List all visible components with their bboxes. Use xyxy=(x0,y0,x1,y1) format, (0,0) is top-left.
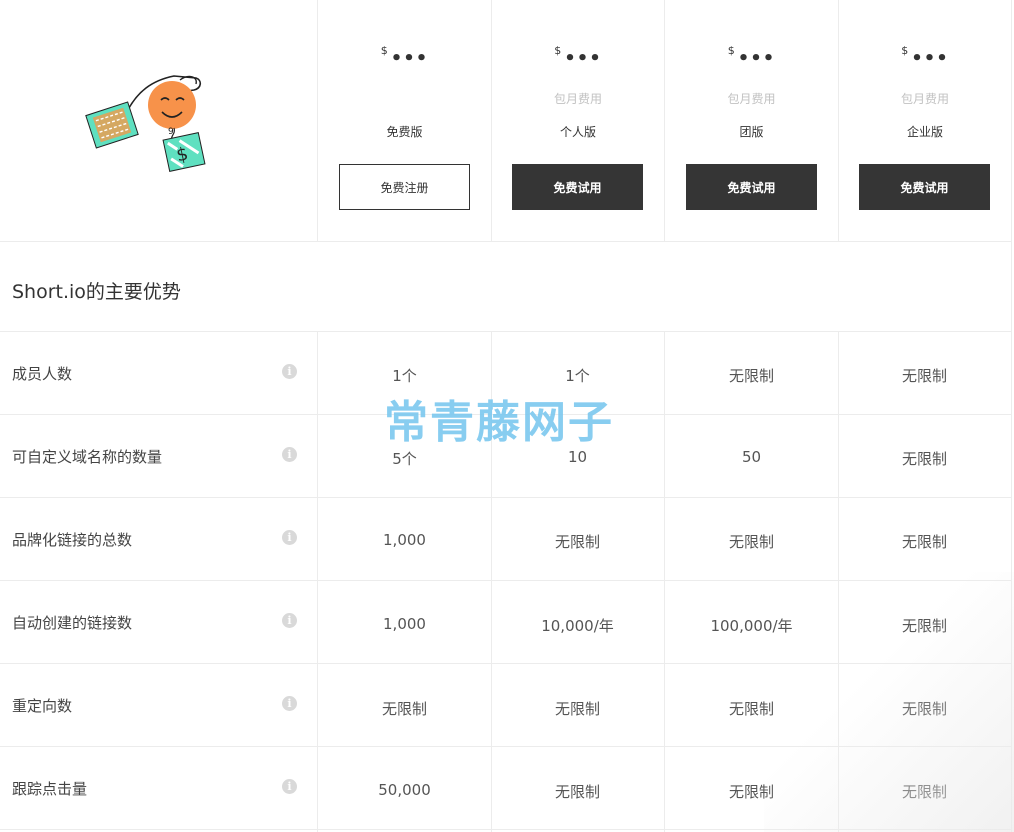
info-icon[interactable]: i xyxy=(282,696,297,711)
divider xyxy=(1011,241,1012,832)
row-value: 1个 xyxy=(392,367,417,385)
row-value: 无限制 xyxy=(381,700,427,718)
row-value: 5个 xyxy=(392,450,417,468)
plan-period: 包月费用 xyxy=(553,92,602,106)
row-value: 100,000/年 xyxy=(710,617,793,635)
row-value: 无限制 xyxy=(728,367,774,385)
row-label: 可自定义域名称的数量 xyxy=(12,448,163,466)
row-value: 无限制 xyxy=(728,783,774,801)
plan-column-personal: $ ••• 包月费用 个人版 免费试用 xyxy=(492,0,664,241)
plan-column-enterprise: $ ••• 包月费用 企业版 免费试用 xyxy=(839,0,1011,241)
info-icon[interactable]: i xyxy=(282,779,297,794)
row-value: 无限制 xyxy=(554,533,600,551)
row-value: 无限制 xyxy=(901,700,947,718)
row-value: 无限制 xyxy=(554,783,600,801)
divider xyxy=(1011,0,1012,241)
divider xyxy=(0,331,1011,332)
row-value: 无限制 xyxy=(901,783,947,801)
row-value: 无限制 xyxy=(901,617,947,635)
row-value: 无限制 xyxy=(901,367,947,385)
divider xyxy=(0,663,1011,664)
row-value: 无限制 xyxy=(728,700,774,718)
plan-period: 包月费用 xyxy=(900,92,949,106)
info-icon[interactable]: i xyxy=(282,613,297,628)
divider xyxy=(0,746,1011,747)
row-label: 跟踪点击量 xyxy=(12,780,88,798)
plan-price: $ ••• xyxy=(901,44,949,69)
divider xyxy=(664,331,665,832)
divider xyxy=(317,331,318,832)
enterprise-trial-button[interactable]: 免费试用 xyxy=(859,164,990,210)
hand-money-illustration: $ 9 xyxy=(84,70,224,180)
row-value: 1,000 xyxy=(383,531,426,549)
plan-price: $ ••• xyxy=(727,44,776,69)
watermark-text: 常青藤网子 xyxy=(384,397,614,448)
row-label: 重定向数 xyxy=(12,697,73,715)
plan-price: $ ••• xyxy=(380,44,429,69)
divider xyxy=(838,331,839,832)
plan-price: $ ••• xyxy=(554,44,602,69)
free-signup-button[interactable]: 免费注册 xyxy=(339,164,470,210)
row-label: 自动创建的链接数 xyxy=(12,614,133,632)
personal-trial-button[interactable]: 免费试用 xyxy=(512,164,643,210)
plan-name: 团版 xyxy=(739,125,764,139)
row-label: 品牌化链接的总数 xyxy=(12,531,133,549)
plan-name: 免费版 xyxy=(386,125,423,139)
plan-name: 个人版 xyxy=(559,125,596,139)
row-value: 无限制 xyxy=(901,450,947,468)
info-icon[interactable]: i xyxy=(282,364,297,379)
team-trial-button[interactable]: 免费试用 xyxy=(686,164,817,210)
divider xyxy=(0,580,1011,581)
divider xyxy=(0,829,1011,830)
plan-column-team: $ ••• 包月费用 团版 免费试用 xyxy=(665,0,838,241)
row-value: 50,000 xyxy=(378,781,431,799)
info-icon[interactable]: i xyxy=(282,530,297,545)
row-value: 10 xyxy=(567,448,588,466)
plan-column-free: $ ••• 免费版 免费注册 xyxy=(318,0,491,241)
row-value: 无限制 xyxy=(728,533,774,551)
plan-period: 包月费用 xyxy=(727,92,776,106)
row-value: 50 xyxy=(741,448,762,466)
row-value: 无限制 xyxy=(554,700,600,718)
row-value: 无限制 xyxy=(901,533,947,551)
divider xyxy=(0,241,1011,242)
pricing-table: $ 9 $ ••• 免费版 免费注册 $ ••• 包月费用 个人版 免费试用 $ ••… xyxy=(0,0,1014,832)
section-title: Short.io的主要优势 xyxy=(12,281,181,303)
divider xyxy=(0,497,1011,498)
row-value: 1,000 xyxy=(383,615,426,633)
row-value: 10,000/年 xyxy=(541,617,614,635)
row-value: 1个 xyxy=(565,367,590,385)
svg-text:9: 9 xyxy=(168,127,174,137)
info-icon[interactable]: i xyxy=(282,447,297,462)
row-label: 成员人数 xyxy=(12,365,73,383)
plan-name: 企业版 xyxy=(906,125,943,139)
